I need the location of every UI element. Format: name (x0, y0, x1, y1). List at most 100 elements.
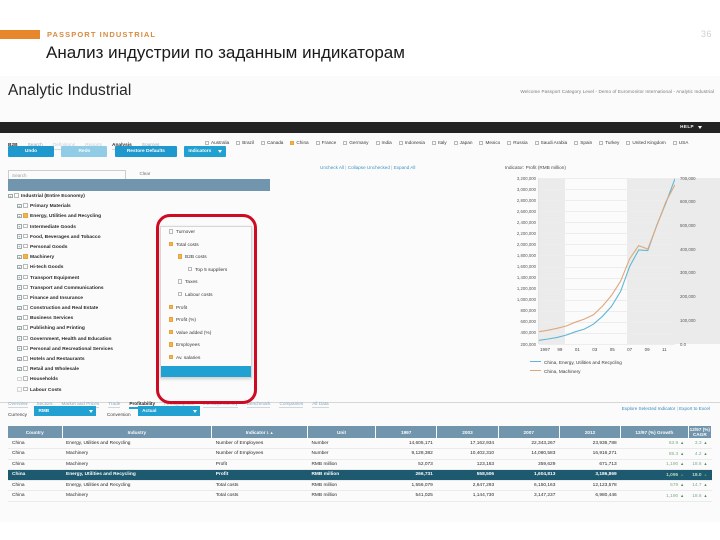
table-header-2007[interactable]: 2007 (498, 426, 560, 438)
uncheck-all-link[interactable]: Uncheck All (320, 165, 344, 170)
checkbox-icon[interactable] (23, 386, 28, 392)
indicators-dropdown-panel[interactable]: Turnover Total costs B2B costs Top 5 suppli… (160, 226, 252, 378)
checkbox-icon[interactable] (23, 345, 28, 351)
expand-icon[interactable]: + (17, 275, 22, 280)
country-checkbox-france[interactable]: France (315, 138, 336, 147)
table-row[interactable]: China Machinery Total costs RMB million 541,… (8, 490, 712, 502)
country-checkbox-saudi-arabia[interactable]: Saudi Arabia (534, 138, 567, 147)
expand-icon[interactable]: + (17, 325, 22, 331)
indicator-option[interactable]: Profit (161, 303, 251, 316)
checkbox-icon[interactable] (23, 366, 28, 371)
country-checkbox-germany[interactable]: Germany (343, 138, 369, 147)
expand-icon[interactable]: + (17, 264, 22, 270)
indicator-option[interactable]: Top 5 suppliers (161, 265, 251, 278)
country-checkbox-russia[interactable]: Russia (507, 138, 528, 147)
checkbox-icon[interactable] (177, 279, 182, 284)
checkbox-icon[interactable] (177, 254, 182, 259)
checkbox-icon[interactable] (23, 223, 28, 229)
checkbox-icon[interactable] (23, 233, 28, 239)
country-checkbox-japan[interactable]: Japan (453, 138, 472, 147)
indicator-option[interactable]: Profit (%) (161, 315, 251, 328)
expand-icon[interactable]: + (8, 193, 13, 198)
checkbox-icon[interactable] (23, 274, 28, 279)
checkbox-icon[interactable] (23, 254, 28, 259)
country-checkbox-united-kingdom[interactable]: United Kingdom (626, 138, 666, 147)
indicator-option[interactable]: Total costs (161, 240, 251, 253)
checkbox-icon[interactable] (168, 317, 173, 322)
checkbox-icon[interactable] (14, 193, 19, 198)
table-header-2003[interactable]: 2003 (436, 426, 499, 438)
expand-icon[interactable]: + (17, 305, 22, 311)
checkbox-icon[interactable] (23, 284, 28, 290)
checkbox-icon[interactable] (23, 315, 28, 320)
checkbox-icon[interactable] (23, 213, 28, 218)
indicator-option[interactable]: Turnover (161, 227, 251, 240)
help-button[interactable]: HELP (680, 124, 694, 129)
indicator-option[interactable]: Value added (%) (161, 328, 251, 341)
checkbox-icon[interactable] (23, 294, 28, 300)
dropdown-apply-bar[interactable] (161, 365, 251, 377)
checkbox-icon[interactable] (168, 241, 173, 247)
indicator-option[interactable]: Taxes (161, 277, 251, 290)
checkbox-icon[interactable] (23, 356, 28, 361)
expand-all-link[interactable]: Expand All (394, 165, 416, 170)
indicator-option[interactable]: Labour costs (161, 290, 251, 303)
checkbox-icon[interactable] (177, 291, 182, 297)
country-checkbox-usa[interactable]: USA (672, 138, 688, 147)
table-header-12-97-cagr[interactable]: 12/97 (%) CAGR (688, 426, 713, 438)
currency-select[interactable]: RMB (34, 406, 97, 416)
tree-item[interactable]: + Primary Materials (8, 202, 270, 212)
checkbox-icon[interactable] (23, 264, 28, 269)
table-row[interactable]: China Energy, Utilities and Recycling Tota… (8, 480, 712, 491)
redo-button[interactable]: Redo (61, 146, 108, 157)
table-row[interactable]: China Energy, Utilities and Recycling Numb… (8, 438, 712, 449)
checkbox-icon[interactable] (23, 325, 28, 330)
checkbox-icon[interactable] (23, 335, 28, 341)
expand-icon[interactable]: + (17, 254, 22, 260)
expand-icon[interactable]: + (17, 336, 22, 341)
expand-icon[interactable]: + (17, 203, 22, 209)
country-checkbox-brazil[interactable]: Brazil (236, 138, 254, 147)
undo-button[interactable]: Undo (8, 146, 54, 157)
checkbox-icon[interactable] (23, 376, 28, 381)
checkbox-icon[interactable] (23, 243, 28, 249)
checkbox-icon[interactable] (168, 304, 173, 310)
expand-icon[interactable]: + (17, 244, 22, 249)
indicator-option[interactable]: B2B costs (161, 252, 251, 265)
restore-defaults-button[interactable]: Restore Defaults (114, 146, 177, 157)
country-checkbox-spain[interactable]: Spain (574, 138, 592, 147)
table-header-12-97-growth[interactable]: 12/97 (%) Growth (620, 426, 689, 438)
expand-icon[interactable]: + (17, 356, 22, 361)
conversion-select[interactable]: Actual (138, 406, 201, 416)
table-row[interactable]: China Machinery Profit RMB million 52,073 123… (8, 459, 712, 470)
country-checkbox-indonesia[interactable]: Indonesia (398, 138, 425, 147)
table-header-industry[interactable]: Industry (62, 426, 213, 438)
table-header-country[interactable]: Country (8, 426, 63, 438)
export-to-excel-link[interactable]: Export to Excel (679, 406, 710, 411)
collapse-unchecked-link[interactable]: Collapse Unchecked (348, 165, 390, 170)
expand-icon[interactable]: + (17, 346, 22, 351)
country-checkbox-canada[interactable]: Canada (260, 138, 283, 147)
expand-icon[interactable]: + (17, 213, 22, 219)
table-header-2012[interactable]: 2012 (559, 426, 622, 438)
checkbox-icon[interactable] (187, 266, 192, 272)
expand-icon[interactable]: + (17, 234, 22, 239)
checkbox-icon[interactable] (23, 305, 28, 310)
country-checkbox-china[interactable]: China (290, 138, 309, 147)
country-checkbox-italy[interactable]: Italy (432, 138, 447, 147)
expand-icon[interactable]: + (17, 285, 22, 290)
explore-selected-indicator-link[interactable]: Explore Selected Indicator (622, 406, 676, 411)
expand-icon[interactable]: + (17, 224, 22, 229)
checkbox-icon[interactable] (168, 329, 173, 335)
table-header-unit[interactable]: Unit (307, 426, 377, 438)
indicator-option[interactable]: Employees (161, 340, 251, 353)
table-row[interactable]: China Machinery Number of Employees Number 9… (8, 448, 712, 460)
country-checkbox-turkey[interactable]: Turkey (599, 138, 619, 147)
checkbox-icon[interactable] (168, 342, 173, 347)
indicator-option[interactable]: Av. salaries (161, 353, 251, 366)
table-header-1997[interactable]: 1997 (375, 426, 438, 438)
table-header-indicator[interactable]: Indicator 1 ▲ (211, 426, 308, 438)
checkbox-icon[interactable] (168, 229, 173, 234)
country-checkbox-mexico[interactable]: Mexico (479, 138, 500, 147)
expand-icon[interactable]: + (17, 295, 22, 300)
